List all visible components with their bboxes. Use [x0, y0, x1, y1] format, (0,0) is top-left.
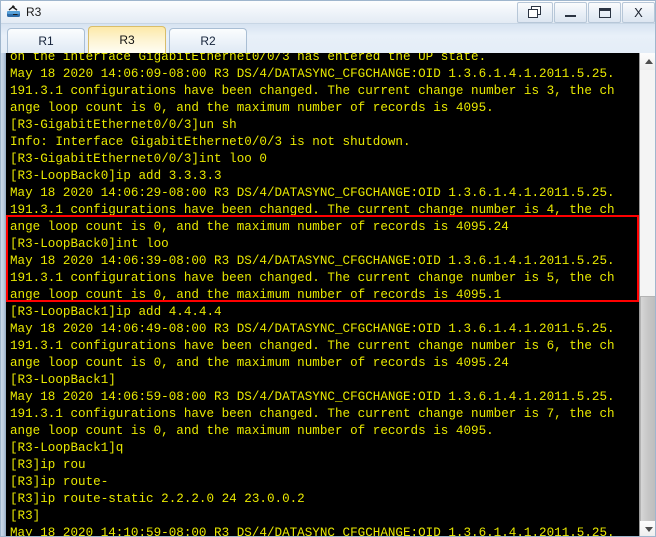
terminal-line: [R3-GigabitEthernet0/0/3]int loo 0: [10, 152, 267, 166]
tab-r2[interactable]: R2: [169, 28, 247, 53]
minimize-icon: [565, 14, 576, 17]
restore-windows-button[interactable]: [517, 2, 553, 23]
terminal-line: on the interface GigabitEthernet0/0/3 ha…: [10, 53, 487, 64]
router-cli-window: R3 X R1 R3 R2 on the interface GigabitEt…: [0, 0, 656, 537]
terminal-line: May 18 2020 14:06:29-08:00 R3 DS/4/DATAS…: [10, 186, 615, 200]
terminal-line: ange loop count is 0, and the maximum nu…: [10, 220, 509, 234]
terminal-line: 191.3.1 configurations have been changed…: [10, 84, 615, 98]
terminal-line: ange loop count is 0, and the maximum nu…: [10, 424, 494, 438]
terminal-line: [R3-GigabitEthernet0/0/3]un sh: [10, 118, 237, 132]
terminal-line: [R3]: [10, 509, 41, 523]
scroll-up-button[interactable]: [640, 53, 655, 70]
tab-label: R2: [200, 34, 216, 48]
terminal-line: ange loop count is 0, and the maximum nu…: [10, 288, 502, 302]
window-controls: X: [516, 2, 655, 23]
chevron-up-icon: [644, 59, 653, 64]
terminal-line: May 18 2020 14:06:49-08:00 R3 DS/4/DATAS…: [10, 322, 615, 336]
scrollbar-track[interactable]: [640, 70, 655, 522]
terminal-line: [R3-LoopBack1]q: [10, 441, 124, 455]
terminal-line: May 18 2020 14:10:59-08:00 R3 DS/4/DATAS…: [10, 526, 615, 537]
terminal-area: on the interface GigabitEthernet0/0/3 ha…: [1, 53, 655, 537]
tab-r3[interactable]: R3: [88, 26, 166, 53]
terminal-line: [R3-LoopBack0]int loo: [10, 237, 169, 251]
terminal-line: May 18 2020 14:06:59-08:00 R3 DS/4/DATAS…: [10, 390, 615, 404]
title-bar: R3 X: [1, 1, 655, 24]
tab-r1[interactable]: R1: [7, 28, 85, 53]
terminal-line: Info: Interface GigabitEthernet0/0/3 is …: [10, 135, 411, 149]
close-button[interactable]: X: [622, 2, 655, 23]
scrollbar-thumb[interactable]: [640, 296, 655, 522]
terminal-line: [R3-LoopBack0]ip add 3.3.3.3: [10, 169, 222, 183]
terminal-line: [R3]ip route-static 2.2.2.0 24 23.0.0.2: [10, 492, 305, 506]
terminal-screen[interactable]: on the interface GigabitEthernet0/0/3 ha…: [6, 53, 639, 537]
terminal-line: 191.3.1 configurations have been changed…: [10, 407, 615, 421]
scroll-down-button[interactable]: [640, 521, 655, 536]
restore-windows-icon: [528, 6, 542, 19]
terminal-line: ange loop count is 0, and the maximum nu…: [10, 101, 494, 115]
terminal-line: [R3]ip route-: [10, 475, 109, 489]
tab-label: R3: [119, 33, 135, 47]
terminal-line: [R3-LoopBack1]: [10, 373, 116, 387]
tab-label: R1: [38, 34, 54, 48]
maximize-icon: [598, 7, 611, 18]
terminal-line: May 18 2020 14:06:09-08:00 R3 DS/4/DATAS…: [10, 67, 615, 81]
terminal-scrollbar[interactable]: [639, 53, 655, 536]
device-tab-strip: R1 R3 R2: [1, 24, 655, 53]
terminal-line: [R3]ip rou: [10, 458, 86, 472]
close-icon: X: [634, 5, 643, 20]
terminal-line: ange loop count is 0, and the maximum nu…: [10, 356, 509, 370]
minimize-button[interactable]: [554, 2, 587, 23]
terminal-line: 191.3.1 configurations have been changed…: [10, 339, 615, 353]
terminal-line: 191.3.1 configurations have been changed…: [10, 271, 615, 285]
window-title: R3: [26, 5, 42, 19]
terminal-output: on the interface GigabitEthernet0/0/3 ha…: [6, 53, 639, 537]
terminal-line: 191.3.1 configurations have been changed…: [10, 203, 615, 217]
terminal-line: May 18 2020 14:06:39-08:00 R3 DS/4/DATAS…: [10, 254, 615, 268]
chevron-down-icon: [644, 527, 653, 532]
maximize-button[interactable]: [588, 2, 621, 23]
terminal-line: [R3-LoopBack1]ip add 4.4.4.4: [10, 305, 222, 319]
router-icon: [5, 3, 23, 21]
